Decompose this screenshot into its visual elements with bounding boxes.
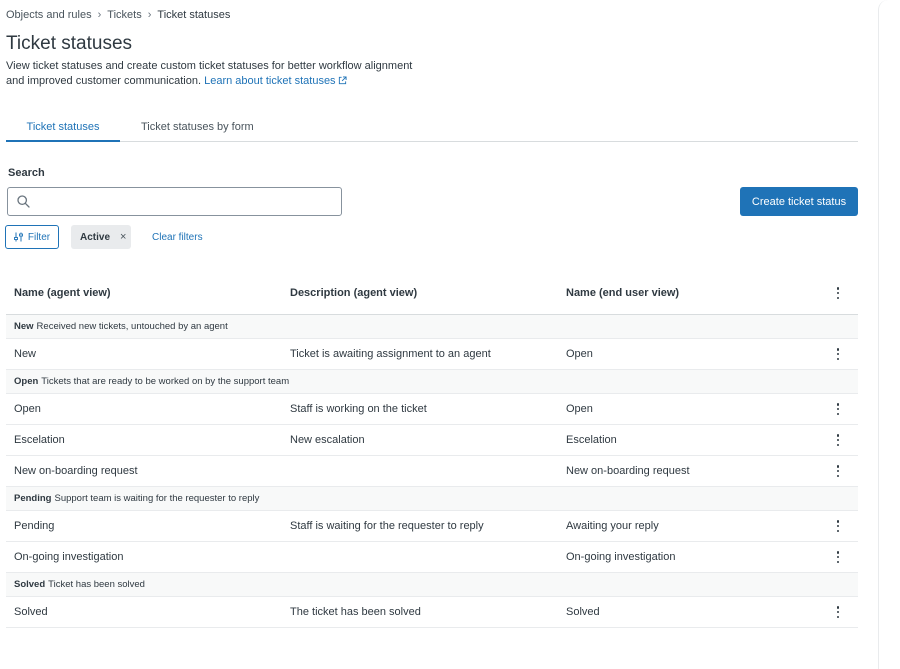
row-menu-icon[interactable] [832,347,844,361]
group-row-pending: Pending Support team is waiting for the … [6,487,858,511]
cell-end-user-name: Escelation [566,434,617,446]
group-description: Received new tickets, untouched by an ag… [36,321,228,332]
tab-ticket-statuses[interactable]: Ticket statuses [6,114,120,142]
status-filter-tag: Active × [71,225,131,249]
cell-end-user-name: On-going investigation [566,551,676,563]
learn-link-label: Learn about ticket statuses [204,75,336,87]
filter-bar: Filter Active × Clear filters [5,225,203,249]
tab-list: Ticket statuses Ticket statuses by form [6,114,858,142]
group-description: Tickets that are ready to be worked on b… [41,376,290,387]
learn-link[interactable]: Learn about ticket statuses [204,75,347,87]
column-header-end-user-name[interactable]: Name (end user view) [558,287,818,299]
table-row[interactable]: Escelation New escalation Escelation [6,425,858,456]
row-menu-icon[interactable] [832,464,844,478]
cell-end-user-name: Awaiting your reply [566,520,659,532]
table-header: Name (agent view) Description (agent vie… [6,272,858,315]
sliders-icon [13,232,23,242]
filter-button[interactable]: Filter [5,225,59,249]
breadcrumb-tickets[interactable]: Tickets [107,9,141,21]
cell-agent-name: New on-boarding request [14,465,138,477]
search-label: Search [8,167,45,179]
create-ticket-status-button[interactable]: Create ticket status [740,187,858,216]
row-menu-icon[interactable] [832,433,844,447]
group-name: New [14,321,34,332]
filter-button-label: Filter [27,231,51,243]
cell-agent-name: Escelation [14,434,65,446]
cell-end-user-name: New on-boarding request [566,465,690,477]
row-menu-icon[interactable] [832,402,844,416]
status-filter-tag-label: Active [80,231,111,243]
cell-agent-name: New [14,348,37,360]
row-menu-icon[interactable] [832,605,844,619]
cell-agent-name: Open [14,403,41,415]
cell-end-user-name: Open [566,403,593,415]
side-panel-edge [878,0,900,669]
page-title: Ticket statuses [6,33,133,54]
table-row[interactable]: New on-boarding request New on-boarding … [6,456,858,487]
group-name: Open [14,376,39,387]
cell-agent-description: Staff is waiting for the requester to re… [290,520,484,532]
table-row[interactable]: On-going investigation On-going investig… [6,542,858,573]
group-name: Solved [14,579,46,590]
group-description: Support team is waiting for the requeste… [54,493,260,504]
row-menu-icon[interactable] [832,550,844,564]
group-row-new: New Received new tickets, untouched by a… [6,315,858,339]
external-link-icon [338,76,347,85]
table-row[interactable]: Solved The ticket has been solved Solved [6,597,858,628]
more-options-icon[interactable] [832,286,844,300]
group-name: Pending [14,493,52,504]
statuses-table: Name (agent view) Description (agent vie… [6,272,858,628]
chevron-right-icon: › [147,9,152,21]
search-icon [17,195,30,208]
table-row[interactable]: Pending Staff is waiting for the request… [6,511,858,542]
cell-agent-description: Staff is working on the ticket [290,403,427,415]
cell-agent-description: The ticket has been solved [290,606,421,618]
chevron-right-icon: › [97,9,102,21]
group-row-open: Open Tickets that are ready to be worked… [6,370,858,394]
cell-end-user-name: Solved [566,606,600,618]
column-header-agent-description[interactable]: Description (agent view) [282,287,558,299]
cell-agent-description: Ticket is awaiting assignment to an agen… [290,348,491,360]
breadcrumb: Objects and rules › Tickets › Ticket sta… [6,9,230,21]
cell-agent-name: On-going investigation [14,551,124,563]
breadcrumb-objects-and-rules[interactable]: Objects and rules [6,9,92,21]
group-row-solved: Solved Ticket has been solved [6,573,858,597]
cell-agent-name: Pending [14,520,55,532]
search-field[interactable] [7,187,342,216]
table-row[interactable]: New Ticket is awaiting assignment to an … [6,339,858,370]
breadcrumb-current: Ticket statuses [157,9,231,21]
cell-end-user-name: Open [566,348,593,360]
cell-agent-name: Solved [14,606,48,618]
close-icon[interactable]: × [120,231,126,243]
table-row[interactable]: Open Staff is working on the ticket Open [6,394,858,425]
clear-filters-link[interactable]: Clear filters [152,232,203,243]
search-input[interactable] [36,188,341,215]
row-menu-icon[interactable] [832,519,844,533]
tab-ticket-statuses-by-form[interactable]: Ticket statuses by form [120,114,274,142]
group-description: Ticket has been solved [48,579,145,590]
cell-agent-description: New escalation [290,434,365,446]
column-header-agent-name[interactable]: Name (agent view) [6,287,282,299]
page-description: View ticket statuses and create custom t… [6,59,426,89]
